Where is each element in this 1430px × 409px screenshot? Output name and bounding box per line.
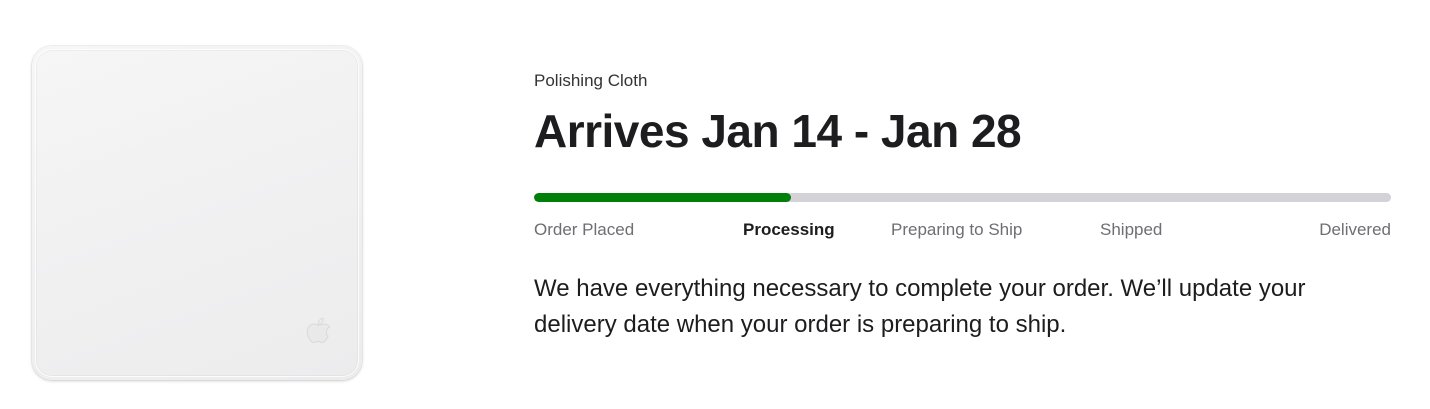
step-processing: Processing (743, 220, 835, 239)
step-delivered: Delivered (1319, 220, 1391, 239)
order-progress-fill (534, 193, 792, 202)
order-status-page: Polishing Cloth Arrives Jan 14 - Jan 28 … (0, 0, 1430, 409)
arrival-date-heading: Arrives Jan 14 - Jan 28 (534, 105, 1022, 157)
order-steps: Order Placed Processing Preparing to Shi… (534, 218, 1391, 242)
product-name: Polishing Cloth (534, 71, 648, 90)
order-progress-bar (534, 193, 1391, 202)
step-shipped: Shipped (1100, 220, 1163, 239)
step-order-placed: Order Placed (534, 220, 635, 239)
polishing-cloth-image (32, 46, 362, 380)
order-details: Polishing Cloth Arrives Jan 14 - Jan 28 … (534, 70, 1392, 343)
apple-logo-icon (306, 317, 331, 343)
step-preparing-to-ship: Preparing to Ship (891, 220, 1023, 239)
status-message: We have everything necessary to complete… (534, 275, 1306, 338)
product-image (26, 40, 370, 388)
